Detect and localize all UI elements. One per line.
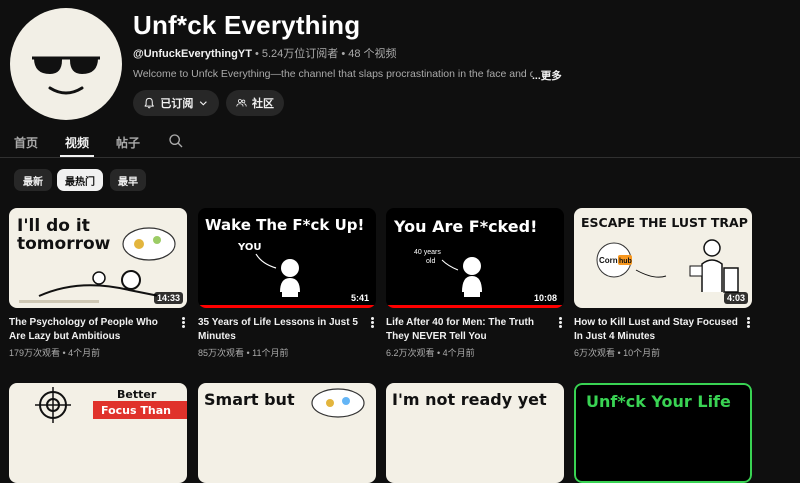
tab-videos[interactable]: 视频 [65,134,89,151]
video-title[interactable]: Life After 40 for Men: The Truth They NE… [386,316,551,344]
thumbnail-art: Unf*ck Your Life [574,383,752,483]
thumb-text: Unf*ck Your Life [586,392,731,411]
video-card[interactable]: I'm not ready yet [386,383,564,483]
thumb-text: YOU [237,242,262,253]
tab-home[interactable]: 首页 [14,134,38,151]
sort-chip-latest[interactable]: 最新 [14,169,52,191]
video-meta: 179万次观看 • 4个月前 [9,348,101,358]
video-card[interactable]: Wake The F*ck Up! YOU 5:41 35 Years of L… [198,208,376,358]
video-duration: 10:08 [530,292,560,304]
more-actions-icon[interactable] [179,316,187,330]
more-actions-icon[interactable] [556,316,564,330]
video-meta: 6万次观看 • 10个月前 [574,348,661,358]
video-duration: 4:03 [723,292,748,304]
search-icon [169,134,183,148]
video-thumbnail[interactable]: Unf*ck Your Life [574,383,752,483]
video-thumbnail[interactable]: I'll do it tomorrow 14:33 [9,208,187,308]
thumb-text: ESCAPE THE LUST TRAP [581,215,748,230]
video-thumbnail[interactable]: Wake The F*ck Up! YOU 5:41 [198,208,376,308]
active-tab-indicator [60,155,94,157]
thumb-text: tomorrow [17,234,111,254]
thumb-text: 40 years [414,249,441,256]
channel-avatar[interactable] [10,8,122,120]
more-actions-icon[interactable] [744,316,752,330]
channel-handle: @UnfuckEverythingYT [133,48,252,60]
thumb-text: hub [619,258,632,265]
subscribed-button[interactable]: 已订阅 [133,90,219,116]
channel-stats: • 5.24万位订阅者 • 48 个视频 [251,48,397,60]
video-thumbnail[interactable]: You Are F*cked! 40 years old 10:08 [386,208,564,308]
channel-meta: @UnfuckEverythingYT • 5.24万位订阅者 • 48 个视频 [133,45,397,61]
community-label: 社区 [252,98,274,110]
watch-progress-bar [386,305,564,308]
video-card[interactable]: I'll do it tomorrow 14:33 The Psychology… [9,208,187,358]
video-duration: 14:33 [153,292,183,304]
thumb-text: Better [117,388,157,401]
video-title[interactable]: How to Kill Lust and Stay Focused In Jus… [574,316,739,344]
bell-icon [144,97,154,109]
thumb-text: old [426,258,435,265]
video-thumbnail[interactable]: ESCAPE THE LUST TRAP Corn hub 4:03 [574,208,752,308]
video-card[interactable]: Smart but [198,383,376,483]
tab-search[interactable] [168,133,184,154]
people-icon [236,99,247,107]
watch-progress-bar [198,305,376,308]
video-title[interactable]: The Psychology of People Who Are Lazy bu… [9,316,174,344]
description-more-link[interactable]: ...更多 [532,68,562,83]
channel-title: Unf*ck Everything [133,10,361,40]
thumbnail-art: Smart but [198,383,376,483]
channel-description[interactable]: Welcome to Unfck Everything—the channel … [133,68,533,80]
video-thumbnail[interactable]: Better Focus Than [9,383,187,483]
video-card[interactable]: ESCAPE THE LUST TRAP Corn hub 4:03 How t… [574,208,752,358]
more-actions-icon[interactable] [368,316,376,330]
channel-header: Unf*ck Everything @UnfuckEverythingYT • … [0,0,800,125]
video-title[interactable]: 35 Years of Life Lessons in Just 5 Minut… [198,316,363,344]
video-duration: 5:41 [347,292,372,304]
thumb-text: Smart but [204,390,295,409]
sort-chip-oldest[interactable]: 最早 [110,169,146,191]
video-meta: 85万次观看 • 11个月前 [198,348,289,358]
sunglasses-face-icon [12,10,120,118]
video-meta: 6.2万次观看 • 4个月前 [386,348,475,358]
community-button[interactable]: 社区 [226,90,284,116]
video-card[interactable]: Unf*ck Your Life [574,383,752,483]
thumbnail-art: Better Focus Than [9,383,187,483]
subscribed-label: 已订阅 [160,98,194,110]
thumb-text: Wake The F*ck Up! [205,216,364,234]
thumb-text: Corn [599,256,618,265]
thumb-text: I'm not ready yet [392,390,547,409]
thumb-text: I'll do it [17,216,90,236]
video-thumbnail[interactable]: Smart but [198,383,376,483]
tab-posts[interactable]: 帖子 [116,134,140,151]
sort-chip-popular[interactable]: 最热门 [57,169,103,191]
video-thumbnail[interactable]: I'm not ready yet [386,383,564,483]
video-card[interactable]: You Are F*cked! 40 years old 10:08 Life … [386,208,564,358]
thumb-text: You Are F*cked! [393,217,537,236]
video-card[interactable]: Better Focus Than [9,383,187,483]
chevron-down-icon [200,101,208,106]
channel-tabs: 首页 视频 帖子 [0,128,800,158]
thumbnail-art: I'm not ready yet [386,383,564,483]
